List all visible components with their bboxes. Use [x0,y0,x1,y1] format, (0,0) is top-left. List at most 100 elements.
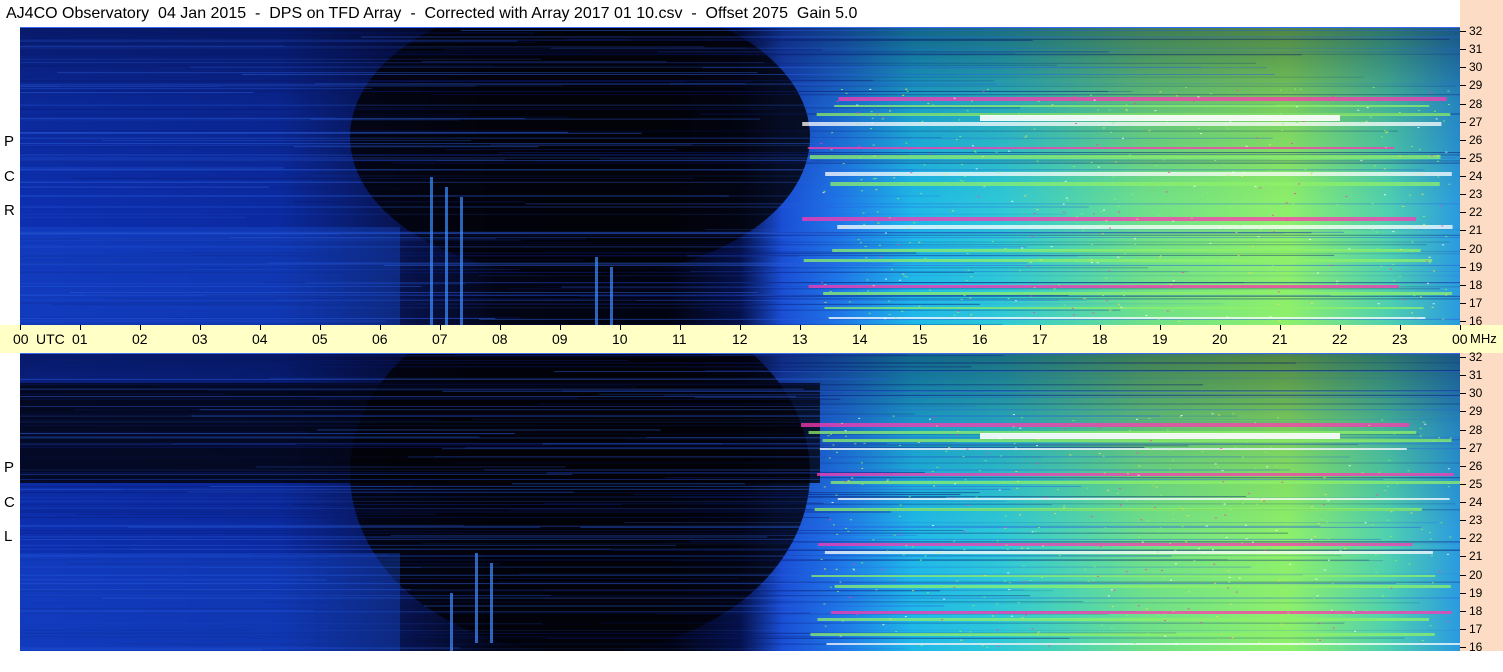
speckle [1148,417,1151,419]
speckle [1087,619,1090,621]
burst-streak [445,187,448,325]
speckle [996,540,999,542]
speckle [995,151,998,153]
activity-band [828,317,1426,319]
speckle [889,618,892,620]
speckle [1309,239,1312,241]
speckle [1014,447,1017,449]
speckle [857,123,860,125]
mhz-tick [1460,375,1466,376]
mhz-tick [1460,538,1466,539]
speckle [1360,121,1363,123]
speckle [1011,200,1014,202]
utc-tick-label: 15 [912,331,928,347]
speckle [1083,298,1086,300]
speckle [1226,548,1229,550]
interference-line [58,85,1456,87]
speckle [890,268,893,270]
speckle [1286,219,1289,221]
speckle [844,430,847,432]
speckle [1125,109,1128,111]
speckle [1096,144,1099,146]
speckle [948,98,951,100]
burst-streak [490,563,493,643]
speckle [1234,446,1237,448]
speckle [1040,577,1043,579]
speckle [1378,471,1381,473]
speckle [866,279,869,281]
speckle [1154,110,1157,112]
speckle [1067,199,1070,201]
speckle [1256,137,1259,139]
speckle [1007,298,1010,300]
speckle [1212,549,1215,551]
interference-line [262,282,1460,284]
interference-line [293,146,539,148]
speckle [1408,563,1411,565]
interference-line [20,143,828,145]
speckle [937,552,940,554]
speckle [1036,632,1039,634]
activity-band [823,292,1452,295]
speckle [1223,503,1226,505]
speckle [1148,130,1151,132]
mhz-tick [1460,49,1466,50]
speckle [1031,531,1034,533]
utc-tick-label: 11 [672,331,687,347]
speckle [917,441,920,443]
speckle [1202,194,1205,196]
speckle [1447,104,1450,106]
speckle [948,447,951,449]
speckle [1071,307,1074,309]
speckle [1043,496,1046,498]
speckle [861,467,864,469]
speckle [1116,492,1119,494]
speckle [969,297,972,299]
speckle [1259,229,1262,231]
lcp-spectrogram [20,353,1460,651]
interference-line [547,637,1070,639]
speckle [1276,302,1279,304]
speckle [1051,104,1054,106]
burst-streak [595,257,598,325]
interference-line [20,393,226,395]
speckle [1023,581,1026,583]
speckle [886,479,889,481]
speckle [1000,455,1003,457]
speckle [1211,413,1214,415]
speckle [986,453,989,455]
utc-tick-label: 22 [1332,331,1348,347]
mhz-tick-label: 19 [1469,586,1483,600]
speckle [886,550,889,552]
speckle [991,241,994,243]
speckle [1410,512,1413,514]
speckle [1324,493,1327,495]
interference-line [20,355,711,357]
mhz-tick [1460,466,1466,467]
speckle [859,156,862,158]
speckle [893,177,896,179]
mhz-tick-label: 29 [1469,78,1483,92]
speckle [1444,288,1447,290]
speckle [1165,191,1168,193]
speckle [951,210,954,212]
speckle [960,298,963,300]
interference-line [498,581,1460,583]
speckle [839,635,842,637]
speckle [1286,513,1289,515]
speckle [832,444,835,446]
speckle [831,502,834,504]
speckle [1449,437,1452,439]
speckle [1224,514,1227,516]
speckle [1287,612,1290,614]
interference-line [209,485,1082,487]
speckle [1058,555,1061,557]
speckle [1103,472,1106,474]
speckle [1235,591,1238,593]
mhz-tick-label: 20 [1469,242,1483,256]
speckle [1258,641,1261,643]
utc-tick [1460,325,1461,330]
speckle [1126,500,1129,502]
mhz-tick-label: 31 [1469,42,1483,56]
activity-band [814,508,1422,511]
